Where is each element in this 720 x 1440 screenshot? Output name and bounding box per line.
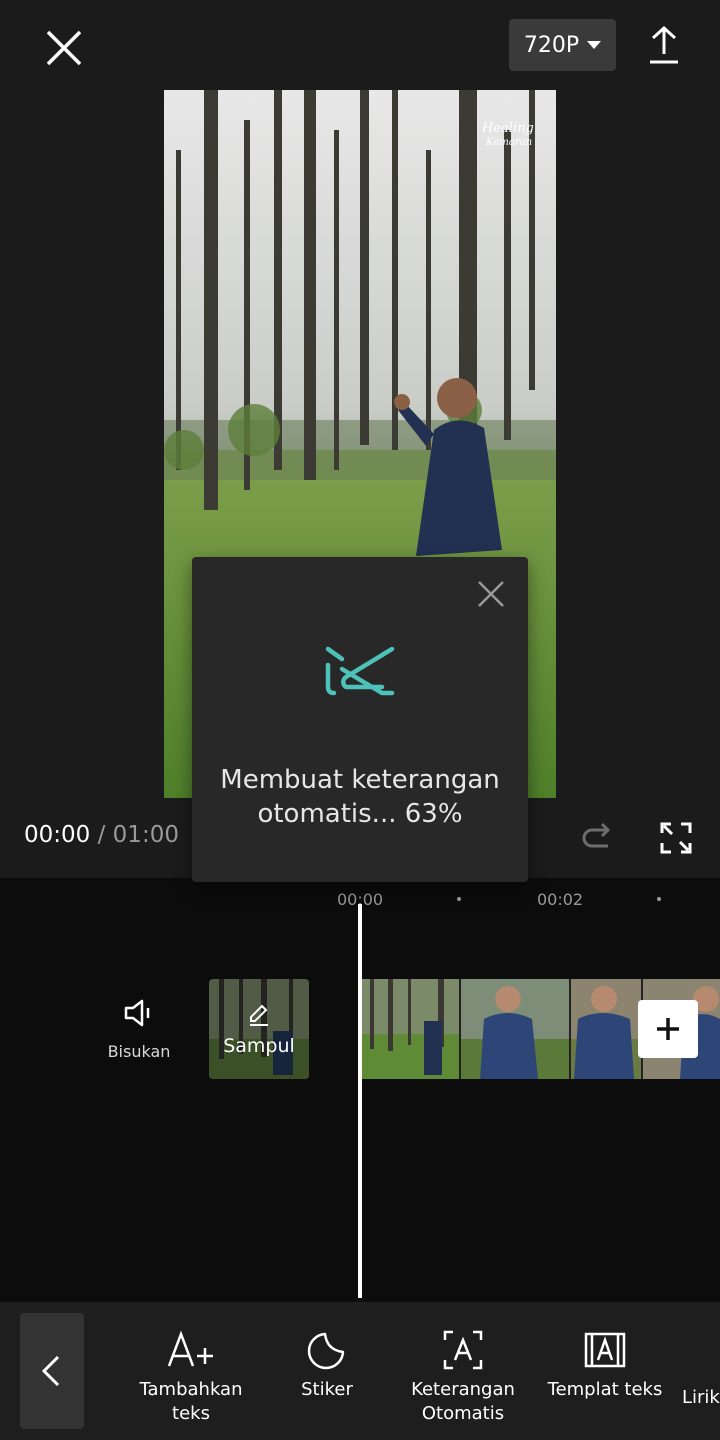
chevron-down-icon bbox=[587, 41, 602, 49]
cover-button[interactable]: Sampul bbox=[209, 979, 309, 1079]
mute-label: Bisukan bbox=[107, 1042, 171, 1061]
total-time: 01:00 bbox=[112, 822, 179, 848]
add-text-icon bbox=[167, 1330, 213, 1367]
svg-text:Kamaran: Kamaran bbox=[485, 137, 532, 148]
mute-button[interactable]: Bisukan bbox=[104, 996, 174, 1061]
fullscreen-button[interactable] bbox=[660, 822, 692, 854]
time-separator: / bbox=[97, 822, 106, 848]
current-time: 00:00 bbox=[24, 822, 91, 848]
export-button[interactable] bbox=[640, 22, 688, 70]
progress-message: Membuat keterangan otomatis... 63% bbox=[220, 765, 500, 829]
ruler-tick-label: 00:02 bbox=[537, 890, 584, 909]
redo-icon bbox=[582, 822, 611, 848]
resolution-value: 720P bbox=[523, 32, 580, 58]
dialog-close-button[interactable] bbox=[476, 579, 506, 609]
tool-lyrics[interactable]: Lirik bbox=[682, 1330, 720, 1410]
back-button[interactable] bbox=[20, 1313, 84, 1429]
tool-label: Templat teks bbox=[547, 1379, 663, 1400]
close-button[interactable] bbox=[40, 24, 88, 72]
capcut-logo bbox=[325, 646, 395, 696]
tool-label: Stiker bbox=[301, 1379, 353, 1400]
close-icon bbox=[478, 581, 504, 607]
tool-label: Keterangan Otomatis bbox=[411, 1379, 515, 1424]
chevron-left-icon bbox=[41, 1355, 60, 1387]
tool-label: Lirik bbox=[682, 1387, 720, 1408]
fullscreen-icon bbox=[660, 822, 692, 854]
tool-sticker[interactable]: Stiker bbox=[288, 1330, 366, 1402]
time-display: 00:00 / 01:00 bbox=[24, 822, 179, 848]
text-template-icon bbox=[584, 1332, 626, 1368]
cover-label: Sampul bbox=[223, 1035, 295, 1057]
auto-caption-icon bbox=[443, 1330, 483, 1370]
plus-icon bbox=[657, 1018, 679, 1040]
redo-button[interactable] bbox=[580, 820, 614, 854]
ruler-dot bbox=[457, 897, 461, 901]
add-clip-button[interactable] bbox=[638, 1000, 698, 1058]
sticker-icon bbox=[307, 1332, 345, 1370]
svg-text:Healing: Healing bbox=[481, 121, 534, 136]
auto-caption-progress-dialog: Membuat keterangan otomatis... 63% bbox=[192, 557, 528, 882]
resolution-dropdown[interactable]: 720P bbox=[509, 19, 616, 71]
close-icon bbox=[46, 30, 82, 66]
tool-add-text[interactable]: Tambahkan teks bbox=[130, 1330, 252, 1426]
export-icon bbox=[650, 25, 678, 64]
lyrics-icon bbox=[682, 1330, 720, 1378]
playhead[interactable] bbox=[358, 904, 362, 1298]
tool-auto-caption[interactable]: Keterangan Otomatis bbox=[404, 1330, 522, 1426]
speaker-icon bbox=[124, 999, 150, 1027]
ruler-dot bbox=[657, 897, 661, 901]
tool-text-template[interactable]: Templat teks bbox=[544, 1330, 666, 1402]
tool-label: Tambahkan teks bbox=[139, 1379, 243, 1424]
edit-icon bbox=[250, 1004, 268, 1026]
cover-thumbnail bbox=[209, 979, 309, 1079]
